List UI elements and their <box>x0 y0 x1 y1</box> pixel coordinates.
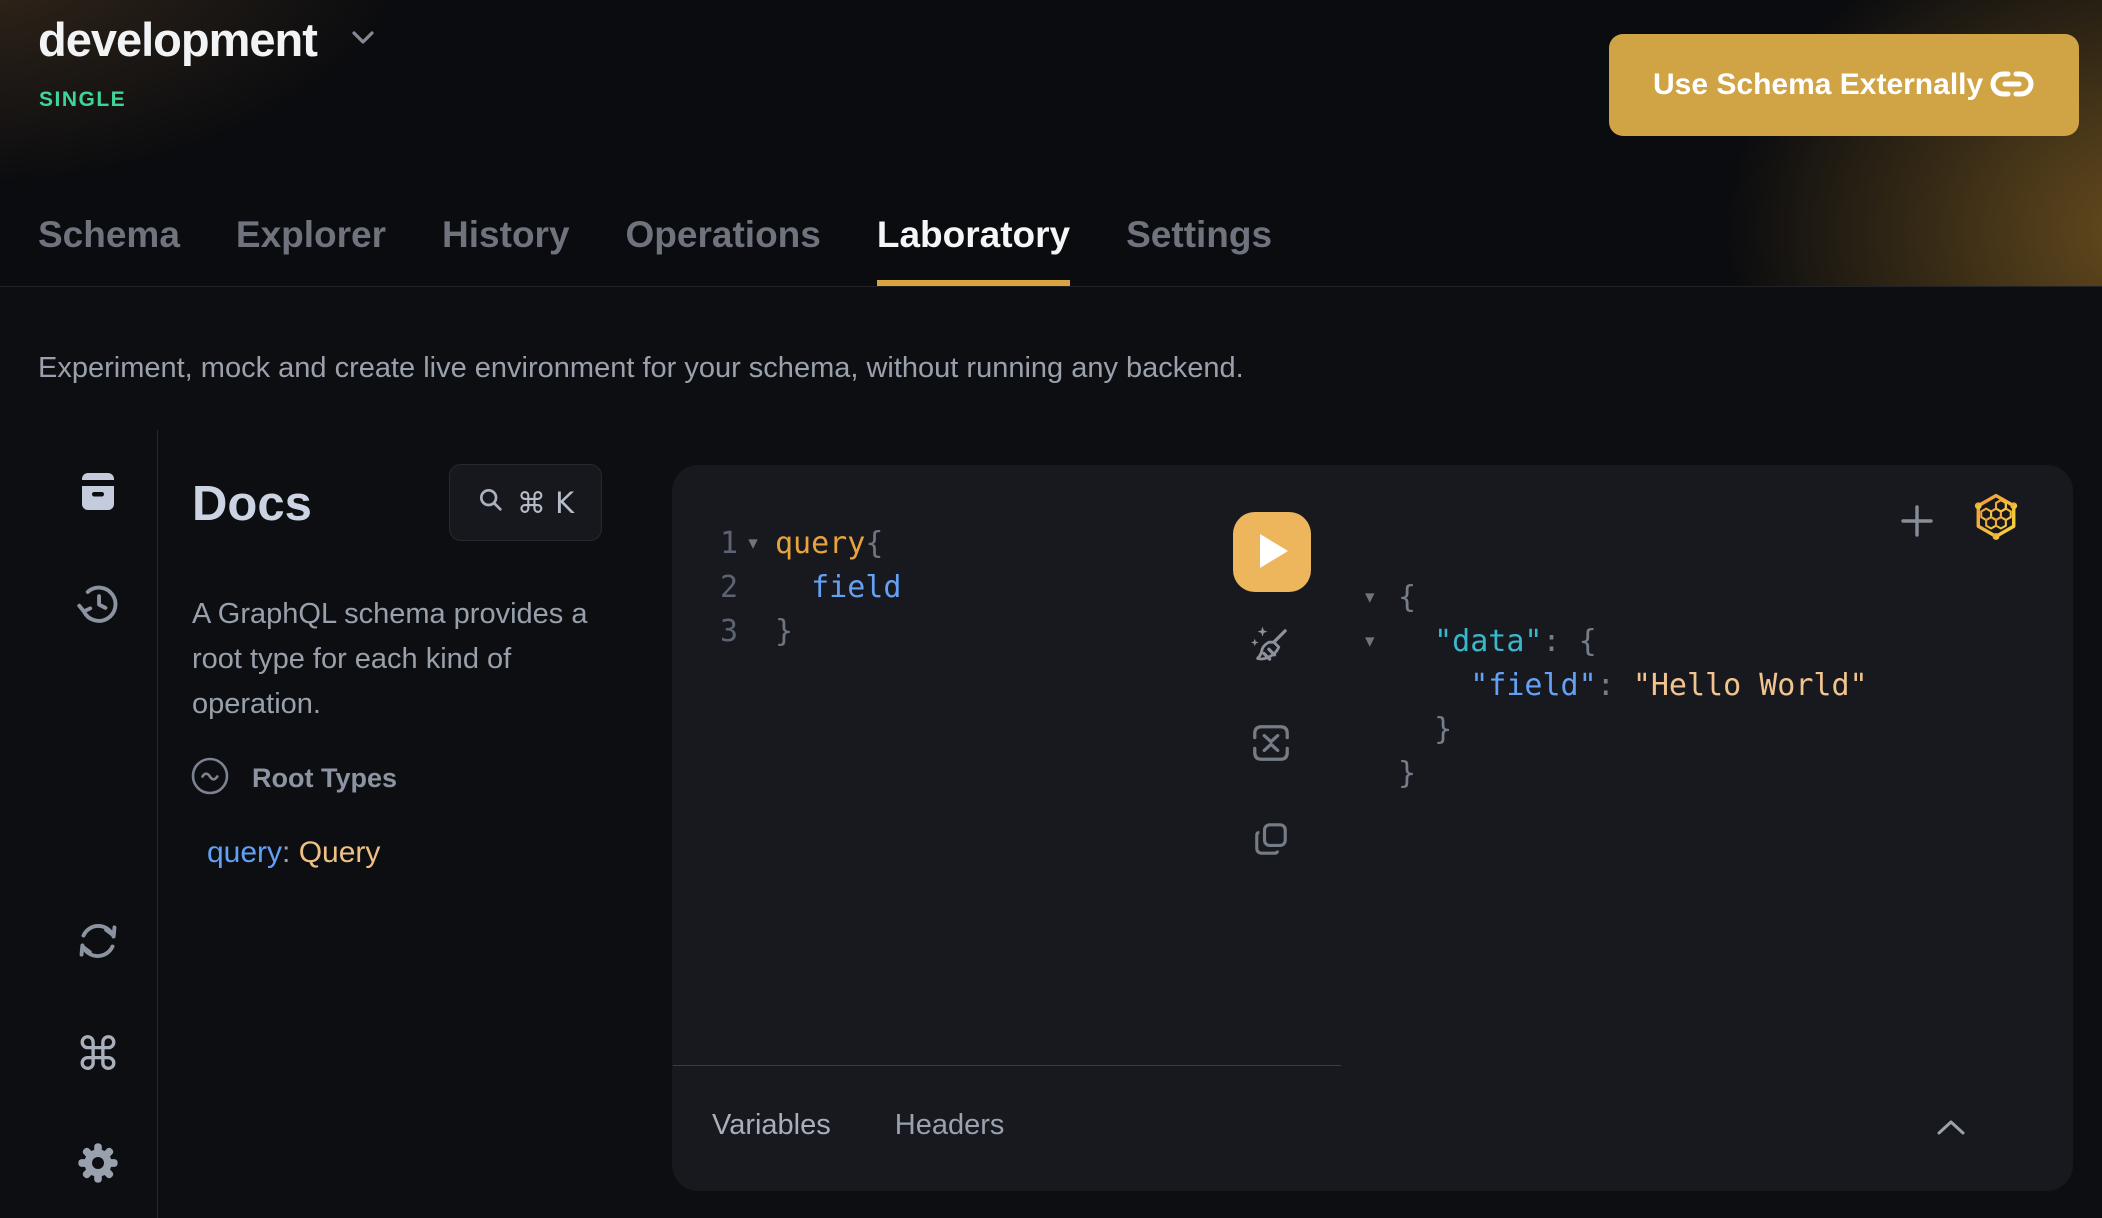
sidebar-item-docs[interactable] <box>72 466 124 518</box>
json-key-field: "field" <box>1398 668 1597 703</box>
copy-query-button[interactable] <box>1246 815 1296 865</box>
graphiql-panel: 1 ▾ query{ 2 field 3 } <box>672 465 2073 1191</box>
root-type-separator: : <box>282 836 299 869</box>
open-brace: { <box>865 526 883 561</box>
refresh-icon <box>75 918 121 967</box>
tab-settings[interactable]: Settings <box>1126 214 1272 286</box>
page-subtitle: Experiment, mock and create live environ… <box>38 352 1244 385</box>
prettify-icon <box>1247 621 1295 672</box>
json-key-data: "data" <box>1398 624 1543 659</box>
play-icon <box>1255 534 1290 571</box>
root-types-section: Root Types <box>190 756 397 801</box>
sidebar-item-refetch-schema[interactable] <box>72 916 124 968</box>
response-line: "field": "Hello World" <box>1365 663 1868 707</box>
copy-icon <box>1249 817 1293 864</box>
merge-fragments-button[interactable] <box>1246 719 1296 769</box>
query-editor-line: 1 ▾ query{ <box>694 521 901 565</box>
root-field-name: query <box>207 836 282 869</box>
plus-icon <box>1897 501 1937 544</box>
tab-explorer[interactable]: Explorer <box>236 214 386 286</box>
editor-tools-divider <box>673 1065 1341 1066</box>
json-value-hello-world: "Hello World" <box>1633 668 1868 703</box>
main-tabs: Schema Explorer History Operations Labor… <box>38 214 1272 286</box>
tab-schema[interactable]: Schema <box>38 214 180 286</box>
fold-arrow-icon[interactable]: ▾ <box>1365 630 1389 653</box>
line-number: 3 <box>694 614 738 649</box>
query-keyword: query <box>775 526 865 561</box>
docs-search-button[interactable]: ⌘ K <box>449 464 602 541</box>
close-brace: } <box>775 614 793 649</box>
execute-query-button[interactable] <box>1233 512 1311 592</box>
header: development SINGLE Use Schema Externally… <box>0 0 2102 287</box>
link-icon <box>1989 69 2035 102</box>
command-icon: ⌘ <box>75 1031 121 1077</box>
hive-logo-icon <box>1971 491 2021 544</box>
field-token: field <box>775 570 901 605</box>
history-icon <box>75 582 121 631</box>
root-types-label: Root Types <box>252 763 397 794</box>
response-line: } <box>1365 707 1868 751</box>
tab-history[interactable]: History <box>442 214 569 286</box>
tab-laboratory[interactable]: Laboratory <box>877 214 1070 286</box>
sidebar-item-settings[interactable] <box>72 1138 124 1190</box>
tab-headers[interactable]: Headers <box>895 1103 1005 1148</box>
search-icon <box>477 486 505 519</box>
add-tab-button[interactable] <box>1894 499 1940 545</box>
page-title: development <box>38 12 317 67</box>
hive-logo-button[interactable] <box>1970 491 2022 543</box>
fold-arrow-icon[interactable]: ▾ <box>738 532 768 555</box>
chevron-up-icon <box>1934 1117 1968 1142</box>
chevron-down-icon <box>351 30 375 50</box>
laboratory-page: development SINGLE Use Schema Externally… <box>0 0 2102 1218</box>
sidebar-item-history[interactable] <box>72 580 124 632</box>
line-number: 1 <box>694 526 738 561</box>
prettify-button[interactable] <box>1246 621 1296 671</box>
target-mode-badge: SINGLE <box>39 88 126 112</box>
sidebar-item-keyboard-shortcuts[interactable]: ⌘ <box>72 1028 124 1080</box>
query-editor-line: 2 field <box>694 565 901 609</box>
fold-arrow-icon[interactable]: ▾ <box>1365 586 1389 609</box>
sidebar-divider <box>157 430 158 1218</box>
collapse-tools-button[interactable] <box>1928 1109 1974 1149</box>
root-type-query-row[interactable]: query: Query <box>207 836 380 870</box>
target-selector[interactable]: development <box>38 12 375 67</box>
response-line: } <box>1365 751 1868 795</box>
line-number: 2 <box>694 570 738 605</box>
editor-tools-tabs: Variables Headers <box>712 1103 1004 1148</box>
docs-panel-title: Docs <box>192 476 312 532</box>
query-editor-line: 3 } <box>694 609 901 653</box>
gear-icon <box>74 1139 122 1190</box>
root-type-link[interactable]: Query <box>299 836 381 869</box>
use-schema-externally-button[interactable]: Use Schema Externally <box>1609 34 2079 136</box>
root-types-icon <box>190 756 230 801</box>
response-line: ▾ { <box>1365 575 1868 619</box>
query-editor[interactable]: 1 ▾ query{ 2 field 3 } <box>694 521 901 653</box>
response-line: ▾ "data": { <box>1365 619 1868 663</box>
search-shortcut-label: ⌘ K <box>517 486 574 520</box>
response-viewer: ▾ { ▾ "data": { "field": "Hello World" }… <box>1365 575 1868 795</box>
merge-fragments-icon <box>1248 720 1294 769</box>
use-schema-externally-label: Use Schema Externally <box>1653 68 1983 102</box>
schema-description: A GraphQL schema provides a root type fo… <box>192 592 617 727</box>
docs-book-icon <box>75 468 121 517</box>
tab-variables[interactable]: Variables <box>712 1103 831 1148</box>
tab-operations[interactable]: Operations <box>626 214 821 286</box>
